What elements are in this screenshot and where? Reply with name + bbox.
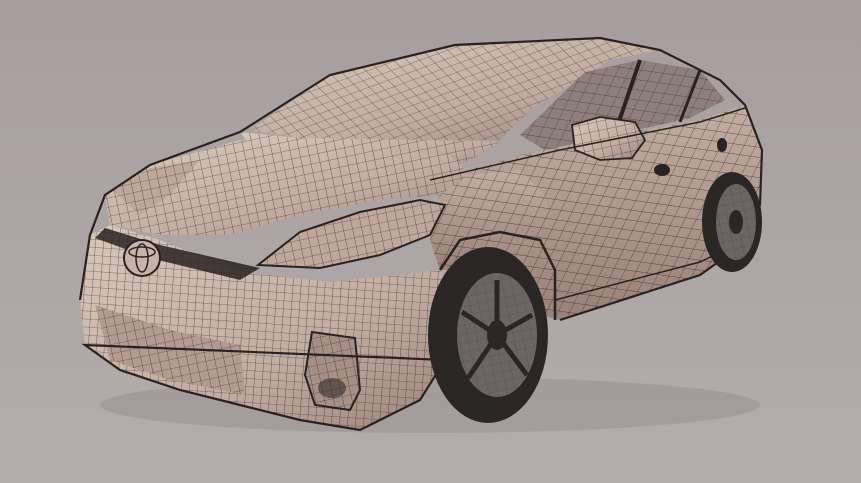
emblem xyxy=(123,239,161,277)
rear-wheel xyxy=(702,172,762,272)
fog-light xyxy=(318,378,346,398)
door-handle xyxy=(654,164,670,176)
model-viewport[interactable] xyxy=(0,0,861,483)
hub-cap xyxy=(487,320,507,350)
fog-light-housing xyxy=(303,330,362,412)
side-mirror xyxy=(571,116,647,161)
fuel-cap xyxy=(717,138,727,152)
car-wireframe-icon xyxy=(0,0,861,483)
